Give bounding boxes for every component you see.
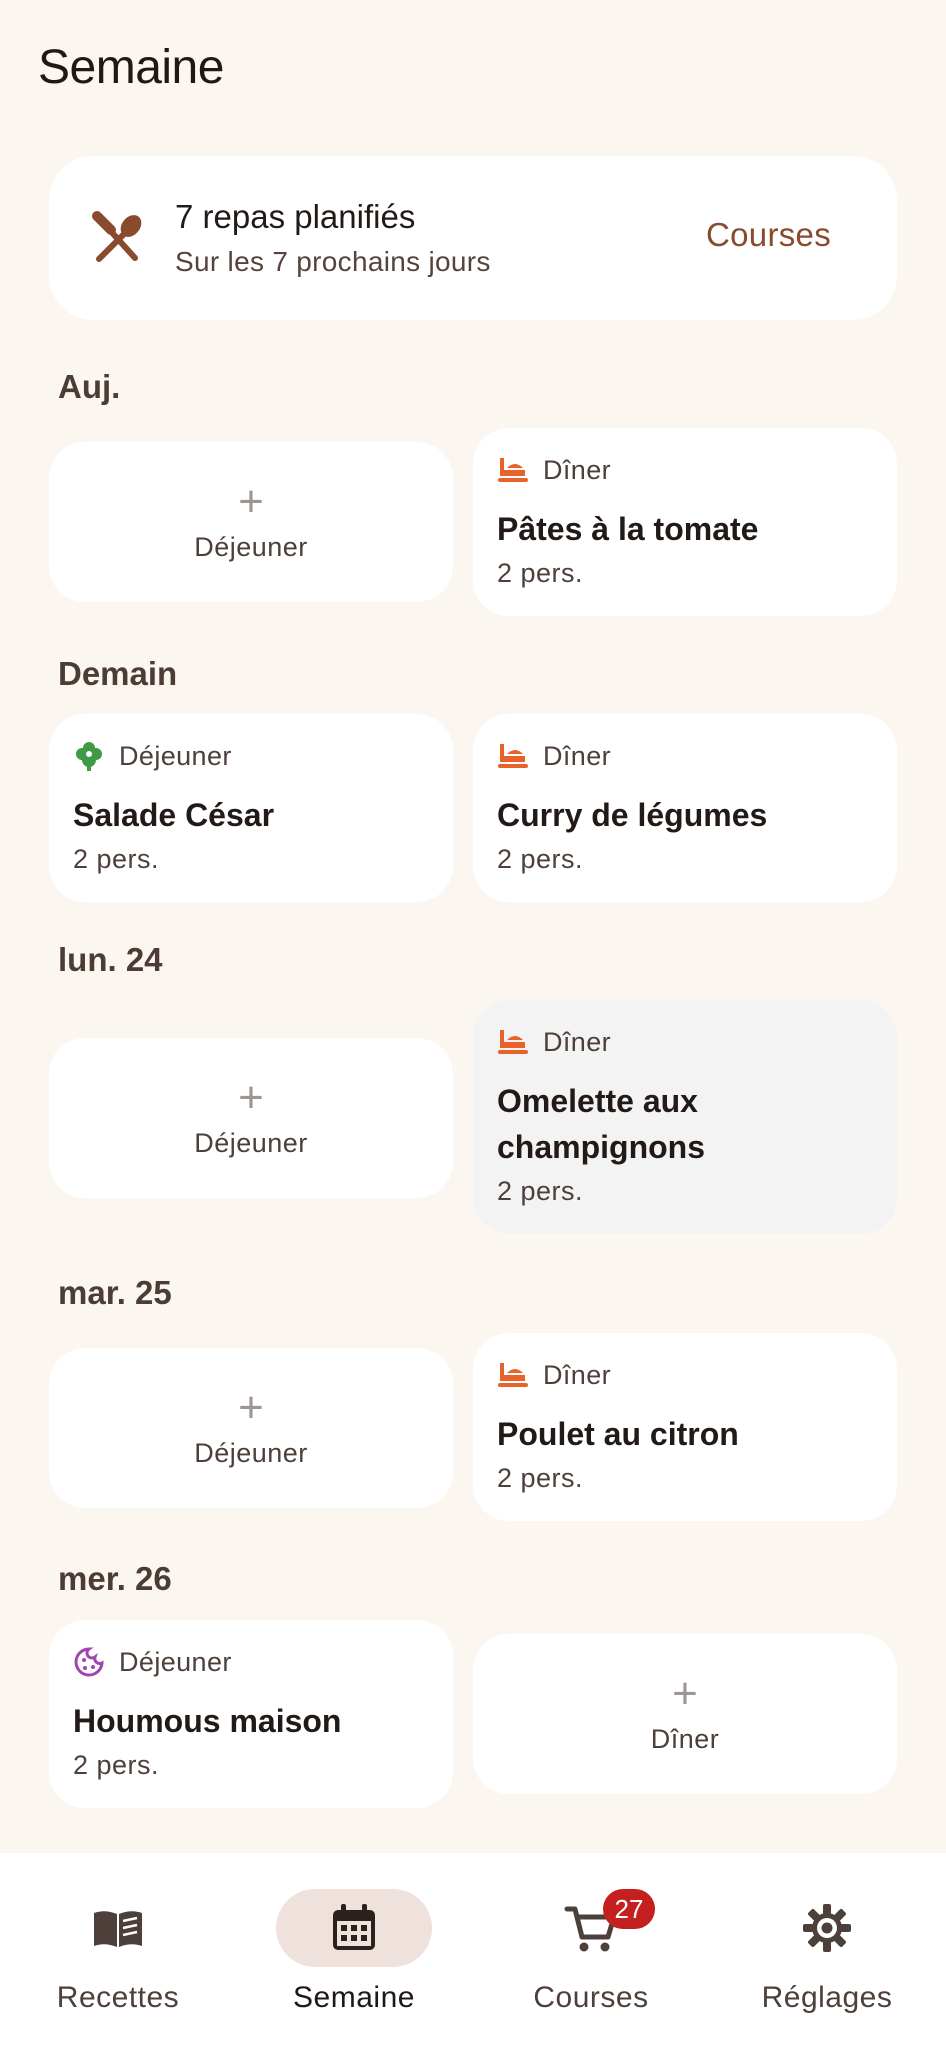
add-dinner-button[interactable]: + Dîner [473,1634,897,1794]
day-label: Demain [58,655,178,692]
nav-pill-active [276,1889,432,1967]
bottom-navigation: Recettes Semaine 27 Courses Réglages [0,1853,946,2048]
ramen-icon [498,1363,528,1387]
utensils-icon [92,211,142,262]
nav-pill [749,1889,905,1967]
meal-type: Dîner [543,740,612,771]
empty-slot-label: Déjeuner [194,531,308,562]
nav-item-reglages[interactable]: Réglages [709,1853,945,2048]
meal-card-lunch[interactable]: Déjeuner Salade César 2 pers. [49,714,453,902]
day-label: lun. 24 [58,941,163,978]
meal-header: Déjeuner [73,740,232,772]
meal-name: Poulet au citron [497,1416,739,1452]
book-icon [94,1911,142,1947]
plus-icon: + [238,1072,264,1122]
meal-card-lunch[interactable]: Déjeuner Houmous maison 2 pers. [49,1620,453,1808]
meal-header: Déjeuner [73,1646,232,1678]
salad-icon [76,742,102,771]
summary-text: 7 repas planifiés Sur les 7 prochains jo… [175,198,491,278]
add-lunch-button[interactable]: + Déjeuner [49,442,453,602]
empty-slot-label: Dîner [650,1723,720,1754]
plus-icon: + [238,1382,264,1432]
courses-link-button[interactable]: Courses [706,216,831,254]
ramen-icon [498,744,528,768]
calendar-icon [333,1904,375,1950]
day-label: mer. 26 [58,1560,172,1597]
nav-pill [40,1889,196,1967]
meal-servings: 2 pers. [73,1750,160,1780]
meal-card-dinner[interactable]: Dîner Pâtes à la tomate 2 pers. [473,428,897,616]
day-label: Auj. [58,368,121,405]
empty-slot-label: Déjeuner [194,1127,308,1158]
nav-label: Semaine [293,1981,415,2014]
meal-header: Dîner [497,740,611,772]
week-screen: Semaine 7 repas planifiés Sur les 7 proc… [0,0,946,2048]
meal-servings: 2 pers. [497,1176,584,1206]
meal-header: Dîner [497,454,611,486]
nav-label: Recettes [56,1981,180,2014]
meal-name: Pâtes à la tomate [497,511,759,547]
meal-type: Dîner [543,454,612,485]
meal-type: Déjeuner [119,740,232,771]
nav-item-semaine[interactable]: Semaine [236,1853,472,2048]
meal-header: Dîner [497,1359,611,1391]
cookie-icon [74,1647,104,1677]
meal-type: Déjeuner [119,1646,232,1677]
meal-name: Omelette aux champignons [497,1083,706,1165]
nav-item-courses[interactable]: 27 Courses [473,1853,709,2048]
meal-servings: 2 pers. [73,844,160,874]
nav-item-recettes[interactable]: Recettes [0,1853,236,2048]
meal-servings: 2 pers. [497,1463,584,1493]
ramen-icon [498,458,528,482]
plus-icon: + [672,1668,698,1718]
plus-icon: + [238,476,264,526]
add-lunch-button[interactable]: + Déjeuner [49,1348,453,1508]
meal-name: Houmous maison [73,1703,342,1739]
summary-card: 7 repas planifiés Sur les 7 prochains jo… [49,156,897,320]
nav-label: Réglages [761,1981,893,2014]
meal-type: Dîner [543,1359,612,1390]
nav-label: Courses [533,1981,649,2014]
meal-name: Salade César [73,797,275,833]
summary-subtitle: Sur les 7 prochains jours [175,246,491,277]
add-lunch-button[interactable]: + Déjeuner [49,1038,453,1198]
ramen-icon [498,1030,528,1054]
empty-slot-label: Déjeuner [194,1437,308,1468]
meal-card-dinner[interactable]: Dîner Curry de légumes 2 pers. [473,714,897,902]
meal-servings: 2 pers. [497,558,584,588]
meal-header: Dîner [497,1026,611,1058]
meal-card-dinner[interactable]: Dîner Poulet au citron 2 pers. [473,1333,897,1521]
day-label: mar. 25 [58,1274,172,1311]
meal-type: Dîner [543,1026,612,1057]
cart-count-badge: 27 [603,1889,655,1929]
summary-title: 7 repas planifiés [175,198,416,235]
gear-icon [803,1904,851,1952]
page-title: Semaine [38,41,224,94]
meal-servings: 2 pers. [497,844,584,874]
meal-card-dinner[interactable]: Dîner Omelette aux champignons 2 pers. [473,1000,897,1234]
meal-name: Curry de légumes [497,797,768,833]
